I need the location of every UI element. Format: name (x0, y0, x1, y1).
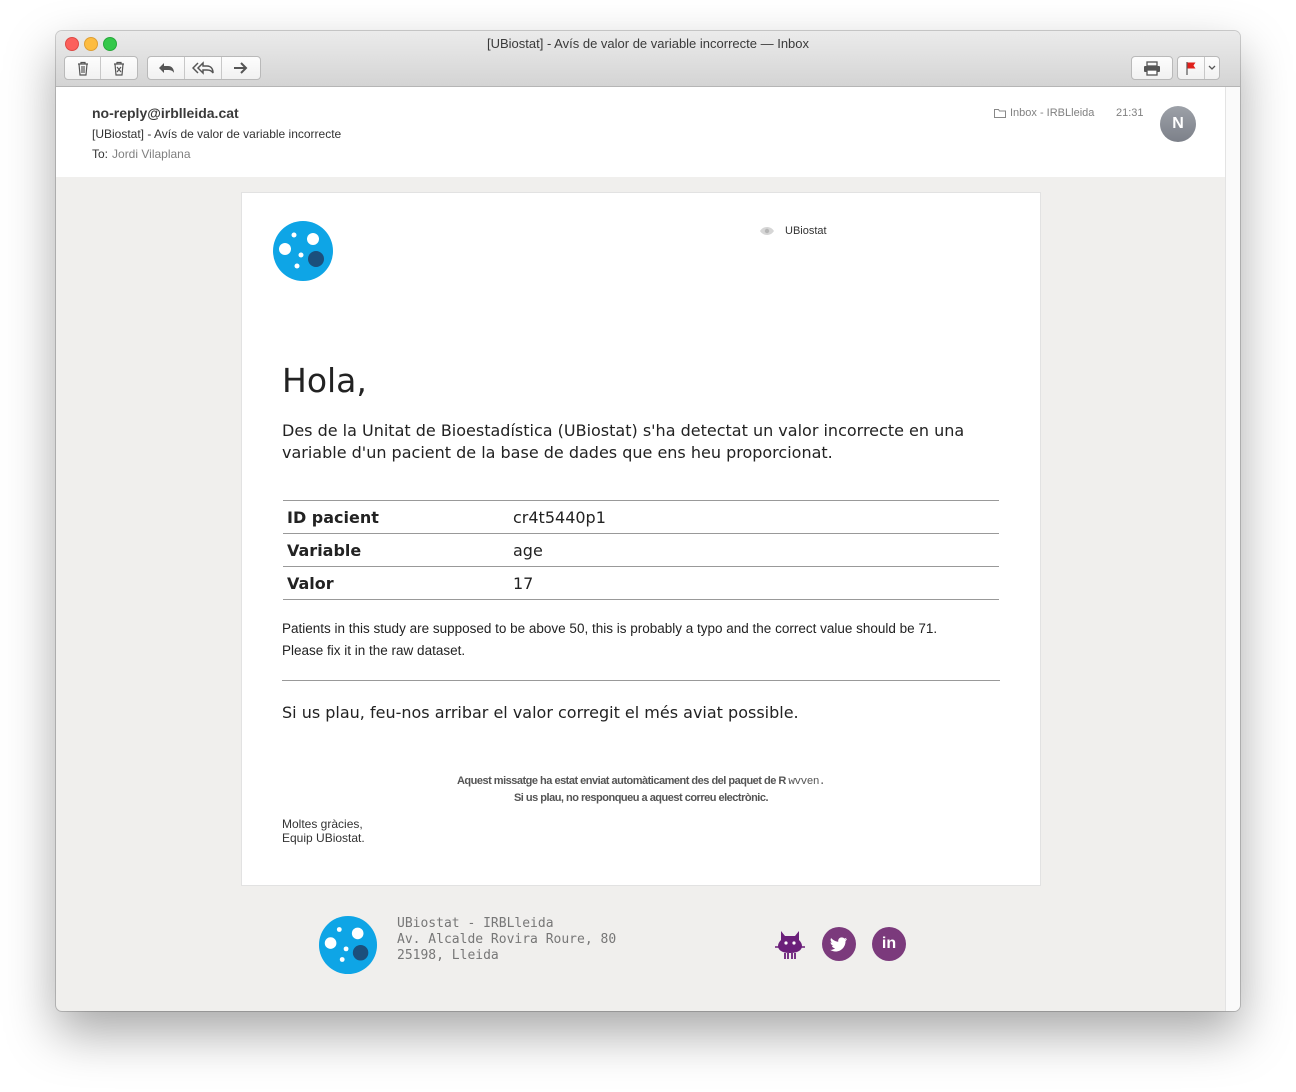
print-button[interactable] (1132, 57, 1172, 79)
reply-all-icon (192, 61, 214, 75)
info-row: Variable age (283, 533, 999, 567)
info-value: cr4t5440p1 (509, 500, 999, 534)
twitter-button[interactable] (822, 927, 856, 961)
auto-notice-text: Aquest missatge ha estat enviat automàti… (456, 775, 786, 787)
closing-paragraph: Si us plau, feu-nos arribar el valor cor… (282, 703, 799, 722)
print-icon (1144, 60, 1160, 76)
footer-address: UBiostat - IRBLleida Av. Alcalde Rovira … (397, 916, 616, 964)
note-line-2: Please fix it in the raw dataset. (282, 643, 466, 658)
intro-paragraph: Des de la Unitat de Bioestadística (UBio… (282, 421, 965, 462)
auto-notice-line-2: Si us plau, no responqueu a aquest corre… (513, 792, 769, 804)
info-key: ID pacient (283, 500, 509, 534)
info-value: age (509, 533, 999, 567)
mailbox-name: Inbox - IRBLleida (1010, 107, 1095, 119)
email-body-card: UBiostat Hola, Des de la Unitat de Bioes… (241, 192, 1041, 886)
signature-line-1: Moltes gràcies, (282, 817, 363, 831)
reply-button[interactable] (148, 57, 185, 79)
forward-icon (234, 62, 248, 74)
flag-menu-button[interactable] (1205, 57, 1219, 79)
divider (282, 680, 1000, 681)
brand-label-text: UBiostat (785, 225, 827, 237)
package-name: wvven. (788, 776, 826, 788)
reply-toolbar-group (147, 56, 261, 80)
patient-info-table: ID pacient cr4t5440p1 Variable age Valor 17 (283, 500, 999, 600)
auto-notice-line-1: Aquest missatge ha estat enviat automàti… (242, 773, 1040, 790)
forward-button[interactable] (222, 57, 260, 79)
footer-street: Av. Alcalde Rovira Roure, 80 (397, 932, 617, 947)
folder-icon (994, 109, 1006, 118)
mailbox-label[interactable]: Inbox - IRBLleida (994, 107, 1094, 119)
flag-icon (1186, 62, 1196, 75)
mail-window: [UBiostat] - Avís de valor de variable i… (56, 31, 1240, 1011)
info-key: Valor (283, 566, 509, 600)
delete-toolbar-group (64, 56, 138, 80)
note-paragraph: Patients in this study are supposed to b… (282, 618, 1002, 662)
chevron-down-icon (1208, 65, 1216, 70)
recipient-line: To: Jordi Vilaplana (92, 147, 191, 161)
footer-city: 25198, Lleida (397, 948, 499, 963)
info-value: 17 (509, 566, 999, 600)
title-bar: [UBiostat] - Avís de valor de variable i… (56, 31, 1240, 87)
linkedin-icon: in (881, 935, 897, 952)
reply-all-button[interactable] (185, 57, 222, 79)
recipient-name[interactable]: Jordi Vilaplana (112, 147, 191, 161)
note-line-1: Patients in this study are supposed to b… (282, 621, 938, 636)
info-key: Variable (283, 533, 509, 567)
trash-icon (77, 61, 88, 76)
scrollbar[interactable] (1225, 87, 1240, 1011)
sender-avatar: N (1160, 106, 1196, 142)
junk-button[interactable] (101, 57, 137, 79)
linkedin-button[interactable]: in (872, 927, 906, 961)
to-label: To: (92, 147, 109, 161)
junk-icon (114, 61, 124, 76)
flag-toolbar-group (1177, 56, 1220, 80)
ubiostat-logo-icon (273, 221, 333, 281)
window-title: [UBiostat] - Avís de valor de variable i… (486, 36, 810, 51)
eye-icon (760, 227, 774, 235)
twitter-icon (830, 936, 847, 951)
sender-address[interactable]: no-reply@irblleida.cat (92, 105, 239, 121)
github-icon[interactable] (772, 925, 808, 961)
signature: Moltes gràcies, Equip UBiostat. (282, 817, 365, 845)
greeting-heading: Hola, (282, 361, 367, 400)
print-toolbar-group (1131, 56, 1173, 80)
flag-button[interactable] (1178, 57, 1205, 79)
footer-logo-icon (318, 915, 378, 975)
info-row: ID pacient cr4t5440p1 (283, 500, 999, 534)
auto-notice: Aquest missatge ha estat enviat automàti… (242, 773, 1040, 806)
brand-label: UBiostat (759, 225, 827, 237)
reply-icon (159, 63, 174, 73)
info-row: Valor 17 (283, 566, 999, 600)
message-time: 21:31 (1116, 107, 1144, 119)
message-header: no-reply@irblleida.cat [UBiostat] - Avís… (56, 87, 1226, 177)
message-subject: [UBiostat] - Avís de valor de variable i… (92, 127, 342, 141)
delete-button[interactable] (65, 57, 101, 79)
signature-line-2: Equip UBiostat. (282, 831, 365, 845)
footer-org: UBiostat - IRBLleida (397, 916, 554, 931)
